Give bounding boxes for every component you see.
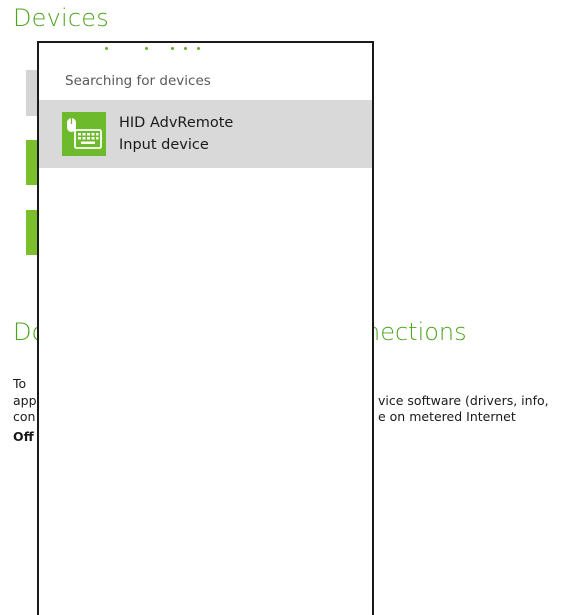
page-title: Devices — [13, 4, 109, 32]
devices-settings-page: Devices Do nections To vice software (driv… — [0, 0, 565, 615]
device-name: HID AdvRemote — [119, 115, 234, 131]
device-search-flyout: Searching for devices HID AdvRemote Inpu… — [37, 41, 374, 615]
device-type: Input device — [119, 137, 209, 153]
section-title-right: nections — [365, 318, 467, 346]
progress-indicator — [39, 47, 372, 53]
progress-dot — [105, 47, 108, 50]
progress-dot — [145, 47, 148, 50]
keyboard-mouse-icon-svg — [67, 118, 102, 149]
keyboard-mouse-icon — [62, 112, 106, 156]
toggle-state-label: Off — [13, 429, 34, 444]
progress-dot — [171, 47, 174, 50]
progress-dot — [197, 47, 200, 50]
device-list-item[interactable]: HID AdvRemote Input device — [39, 100, 372, 168]
flyout-heading: Searching for devices — [65, 73, 211, 89]
progress-dot — [184, 47, 187, 50]
